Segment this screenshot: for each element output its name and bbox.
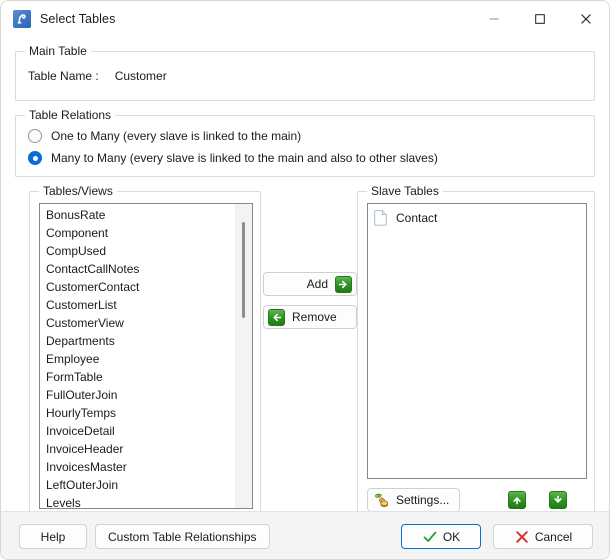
window-title: Select Tables bbox=[40, 11, 116, 26]
list-item[interactable]: InvoicesMaster bbox=[43, 458, 234, 476]
help-button-label: Help bbox=[40, 529, 66, 544]
tables-views-group-title: Tables/Views bbox=[39, 184, 117, 198]
cancel-button[interactable]: Cancel bbox=[493, 524, 593, 549]
maximize-button[interactable] bbox=[517, 1, 563, 37]
select-tables-dialog: Select Tables Main Table Table Name: Cu… bbox=[0, 0, 610, 560]
maximize-icon bbox=[535, 14, 545, 24]
close-button[interactable] bbox=[563, 1, 609, 37]
radio-many-to-many[interactable]: Many to Many (every slave is linked to t… bbox=[28, 151, 438, 165]
list-item[interactable]: Employee bbox=[43, 350, 234, 368]
title-bar: Select Tables bbox=[1, 1, 609, 37]
add-button[interactable]: Add bbox=[263, 272, 357, 296]
radio-many-to-many-label: Many to Many (every slave is linked to t… bbox=[51, 151, 438, 165]
list-item[interactable]: InvoiceHeader bbox=[43, 440, 234, 458]
list-item[interactable]: FullOuterJoin bbox=[43, 386, 234, 404]
caption-button-group bbox=[471, 1, 609, 37]
transfer-button-group: Add Remove bbox=[263, 272, 357, 329]
table-name-label: Table Name : bbox=[28, 69, 99, 83]
remove-button-label: Remove bbox=[292, 310, 337, 324]
slave-tables-group-title: Slave Tables bbox=[367, 184, 443, 198]
main-table-group: Main Table Table Name : Customer bbox=[15, 44, 595, 101]
custom-table-relationships-button[interactable]: Custom Table Relationships bbox=[95, 524, 270, 549]
settings-button[interactable]: Settings... bbox=[367, 488, 461, 512]
ok-button[interactable]: OK bbox=[401, 524, 481, 549]
list-item[interactable]: Departments bbox=[43, 332, 234, 350]
list-item[interactable]: ContactCallNotes bbox=[43, 260, 234, 278]
minimize-button[interactable] bbox=[471, 1, 517, 37]
settings-button-label: Settings... bbox=[396, 493, 450, 507]
tables-views-list: BonusRate Component CompUsed ContactCall… bbox=[40, 204, 234, 508]
add-button-label: Add bbox=[306, 277, 328, 291]
arrow-right-icon bbox=[335, 275, 352, 293]
radio-circle-unselected-icon bbox=[28, 129, 42, 143]
help-button[interactable]: Help bbox=[19, 524, 87, 549]
radio-one-to-many[interactable]: One to Many (every slave is linked to th… bbox=[28, 129, 301, 143]
list-item[interactable]: Component bbox=[43, 224, 234, 242]
ok-button-label: OK bbox=[442, 529, 461, 544]
slave-tables-group: Slave Tables Contact Settings... bbox=[357, 184, 595, 519]
table-name-value: Customer bbox=[114, 69, 167, 83]
table-relations-group: Table Relations One to Many (every slave… bbox=[15, 108, 595, 177]
minimize-icon bbox=[489, 18, 499, 20]
list-item[interactable]: CustomerList bbox=[43, 296, 234, 314]
scrollbar-thumb[interactable] bbox=[242, 222, 245, 318]
document-icon bbox=[374, 210, 387, 226]
cancel-button-label: Cancel bbox=[534, 529, 573, 544]
app-logo-icon bbox=[13, 9, 31, 28]
list-item[interactable]: BonusRate bbox=[43, 206, 234, 224]
slave-item-label: Contact bbox=[396, 211, 438, 225]
arrow-left-icon bbox=[268, 308, 285, 326]
list-item[interactable]: InvoiceDetail bbox=[43, 422, 234, 440]
move-down-button[interactable] bbox=[549, 491, 567, 509]
dialog-content: Main Table Table Name : Customer Table R… bbox=[1, 37, 609, 519]
cross-icon bbox=[514, 529, 530, 545]
list-item[interactable]: FormTable bbox=[43, 368, 234, 386]
slave-tables-footer: Settings... bbox=[367, 488, 587, 512]
list-item[interactable]: HourlyTemps bbox=[43, 404, 234, 422]
list-item[interactable]: LeftOuterJoin bbox=[43, 476, 234, 494]
remove-button[interactable]: Remove bbox=[263, 305, 357, 329]
plug-settings-icon bbox=[373, 492, 390, 509]
tables-views-group: Tables/Views BonusRate Component CompUse… bbox=[29, 184, 261, 519]
close-icon bbox=[581, 14, 591, 24]
list-item[interactable]: CustomerView bbox=[43, 314, 234, 332]
dialog-footer: Help Custom Table Relationships OK Cance… bbox=[1, 511, 609, 559]
radio-one-to-many-label: One to Many (every slave is linked to th… bbox=[51, 129, 302, 143]
list-item[interactable]: Contact bbox=[374, 208, 586, 228]
list-item[interactable]: Levels bbox=[43, 494, 234, 508]
list-item[interactable]: CustomerContact bbox=[43, 278, 234, 296]
slave-tables-listbox[interactable]: Contact bbox=[367, 203, 587, 479]
custom-table-relationships-label: Custom Table Relationships bbox=[108, 529, 257, 544]
move-up-button[interactable] bbox=[508, 491, 526, 509]
arrow-down-icon bbox=[554, 495, 562, 503]
table-relations-group-title: Table Relations bbox=[25, 108, 116, 122]
check-icon bbox=[422, 529, 438, 545]
list-item[interactable]: CompUsed bbox=[43, 242, 234, 260]
tables-views-listbox[interactable]: BonusRate Component CompUsed ContactCall… bbox=[39, 203, 253, 509]
radio-circle-selected-icon bbox=[28, 151, 42, 165]
arrow-up-icon bbox=[513, 497, 521, 505]
main-table-row: Table Name : Customer bbox=[28, 69, 167, 83]
tables-views-scrollbar[interactable] bbox=[235, 204, 252, 508]
main-table-group-title: Main Table bbox=[25, 44, 91, 58]
